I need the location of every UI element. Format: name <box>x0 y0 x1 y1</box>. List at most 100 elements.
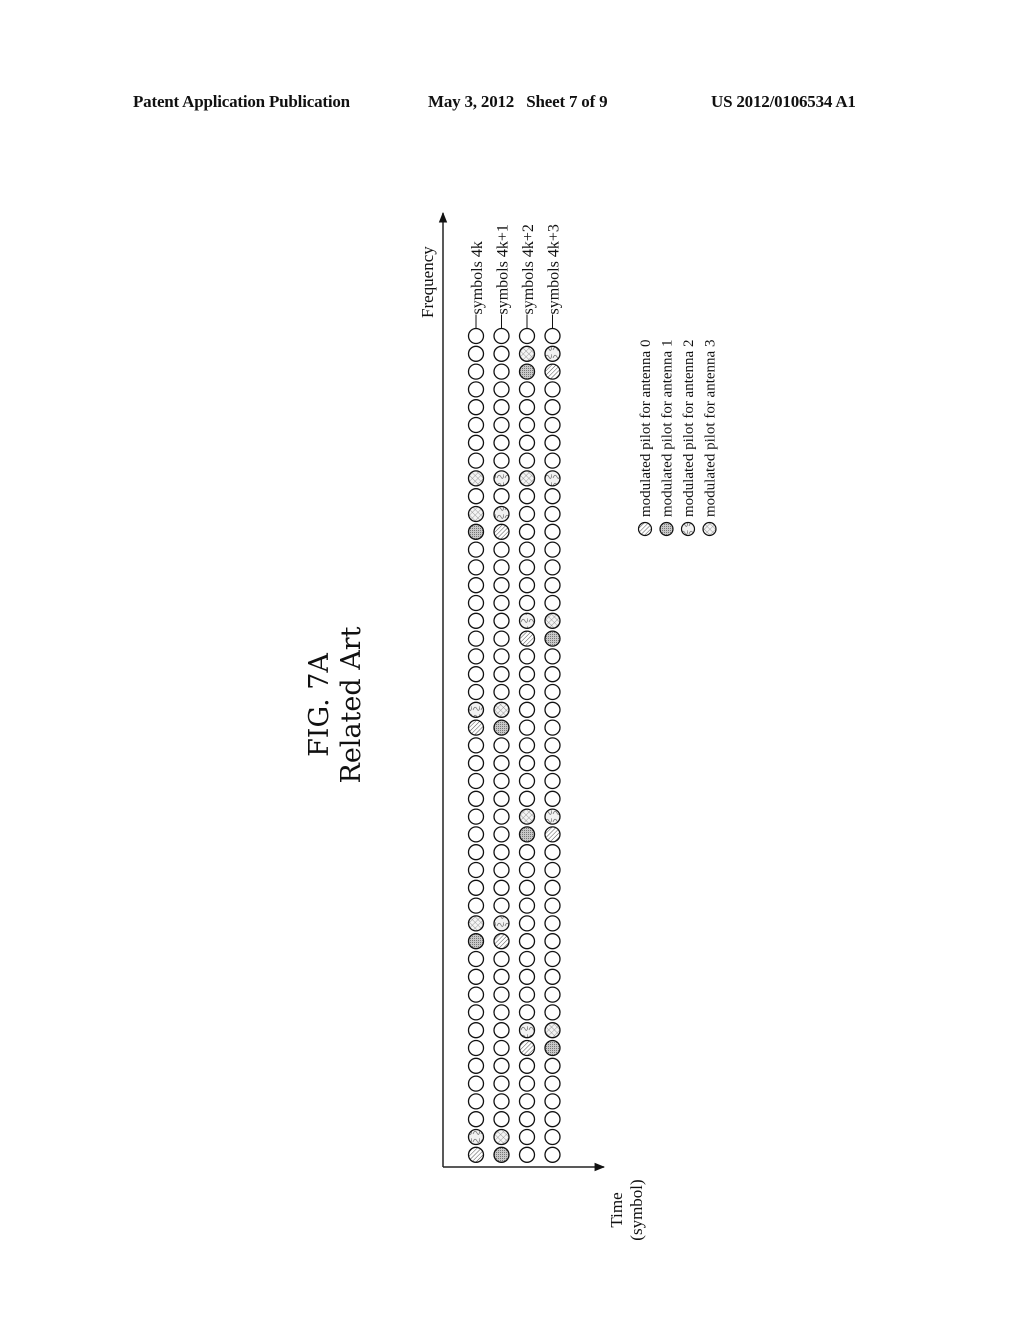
subcarrier <box>493 772 510 790</box>
antenna-3-pilot <box>518 808 536 825</box>
subcarrier <box>467 879 485 896</box>
antenna-1-pilot <box>518 363 536 380</box>
subcarrier <box>493 452 510 469</box>
legend-swatch-antenna-1 <box>659 521 674 537</box>
subcarrier <box>544 737 561 754</box>
subcarrier <box>493 986 510 1003</box>
subcarrier <box>467 327 485 345</box>
subcarrier <box>544 1128 561 1146</box>
antenna-0-pilot <box>518 630 536 647</box>
subcarrier <box>493 577 510 594</box>
subcarrier <box>544 755 561 772</box>
subcarrier <box>467 950 485 968</box>
subcarrier <box>493 737 510 754</box>
subcarrier <box>544 861 561 879</box>
antenna-3-pilot <box>518 345 536 362</box>
subcarrier <box>467 452 485 469</box>
subcarrier <box>493 683 510 701</box>
antenna-1-pilot <box>493 1146 510 1163</box>
subcarrier <box>493 755 510 772</box>
subcarrier <box>493 879 510 896</box>
antenna-3-pilot <box>467 915 485 932</box>
subcarrier <box>493 345 510 362</box>
subcarrier <box>467 1022 485 1039</box>
symbol-row-3: symbols 4k+3 <box>544 224 563 1163</box>
subcarrier <box>544 701 561 718</box>
subcarrier <box>518 968 536 985</box>
figure-subtitle: Related Art <box>336 626 367 783</box>
subcarrier <box>493 790 510 807</box>
subcarrier <box>544 968 561 985</box>
frequency-axis-label: Frequency <box>418 246 437 318</box>
subcarrier <box>467 968 485 985</box>
subcarrier <box>518 1128 536 1146</box>
subcarrier <box>493 1004 510 1021</box>
subcarrier <box>518 416 536 434</box>
subcarrier <box>467 683 485 701</box>
subcarrier <box>467 1075 485 1092</box>
subcarrier <box>467 381 485 398</box>
subcarrier <box>493 897 510 914</box>
subcarrier <box>518 879 536 896</box>
antenna-2-pilot <box>493 505 510 523</box>
antenna-3-pilot <box>467 505 485 523</box>
subcarrier <box>467 559 485 576</box>
antenna-0-pilot <box>544 826 561 843</box>
antenna-0-pilot <box>467 719 485 736</box>
subcarrier <box>493 363 510 380</box>
subcarrier <box>544 844 561 861</box>
subcarrier <box>544 577 561 594</box>
symbol-row-0: symbols 4k <box>467 241 486 1163</box>
subcarrier <box>518 399 536 416</box>
subcarrier <box>467 612 485 629</box>
subcarrier <box>544 950 561 968</box>
subcarrier <box>518 541 536 558</box>
subcarrier <box>518 861 536 879</box>
subcarrier <box>493 666 510 683</box>
subcarrier <box>544 1075 561 1092</box>
subcarrier <box>493 968 510 985</box>
subcarrier <box>518 1004 536 1021</box>
subcarrier <box>493 612 510 629</box>
subcarrier <box>518 523 536 540</box>
subcarrier <box>544 452 561 469</box>
subcarrier <box>518 434 536 451</box>
subcarrier <box>544 434 561 451</box>
row-label: symbols 4k+1 <box>495 224 512 314</box>
subcarrier <box>467 416 485 434</box>
subcarrier <box>544 986 561 1003</box>
subcarrier <box>518 933 536 950</box>
subcarrier <box>518 701 536 718</box>
subcarrier <box>544 683 561 701</box>
subcarrier <box>544 327 561 345</box>
figure-title: FIG. 7A <box>304 653 335 757</box>
subcarrier <box>467 790 485 807</box>
subcarrier <box>544 488 561 505</box>
subcarrier <box>493 826 510 843</box>
antenna-2-pilot <box>518 1022 536 1039</box>
subcarrier <box>544 915 561 932</box>
subcarrier <box>544 772 561 790</box>
subcarrier <box>467 1039 485 1057</box>
subcarrier <box>493 630 510 647</box>
subcarrier <box>544 541 561 558</box>
symbol-row-1: symbols 4k+1 <box>493 224 512 1163</box>
subcarrier <box>467 1004 485 1021</box>
subcarrier <box>518 737 536 754</box>
antenna-3-pilot <box>544 1022 561 1039</box>
antenna-2-pilot <box>493 470 510 487</box>
antenna-2-pilot <box>518 612 536 629</box>
antenna-1-pilot <box>467 933 485 950</box>
subcarrier <box>518 577 536 594</box>
subcarrier <box>493 416 510 434</box>
subcarrier <box>518 1075 536 1092</box>
legend-label-antenna-0: modulated pilot for antenna 0 <box>638 340 654 517</box>
subcarrier <box>493 844 510 861</box>
subcarrier <box>493 1057 510 1074</box>
subcarrier <box>467 399 485 416</box>
subcarrier <box>518 1093 536 1110</box>
subcarrier <box>467 1111 485 1128</box>
subcarrier <box>493 950 510 968</box>
antenna-1-pilot <box>544 630 561 647</box>
legend-swatch-antenna-3 <box>702 521 717 537</box>
